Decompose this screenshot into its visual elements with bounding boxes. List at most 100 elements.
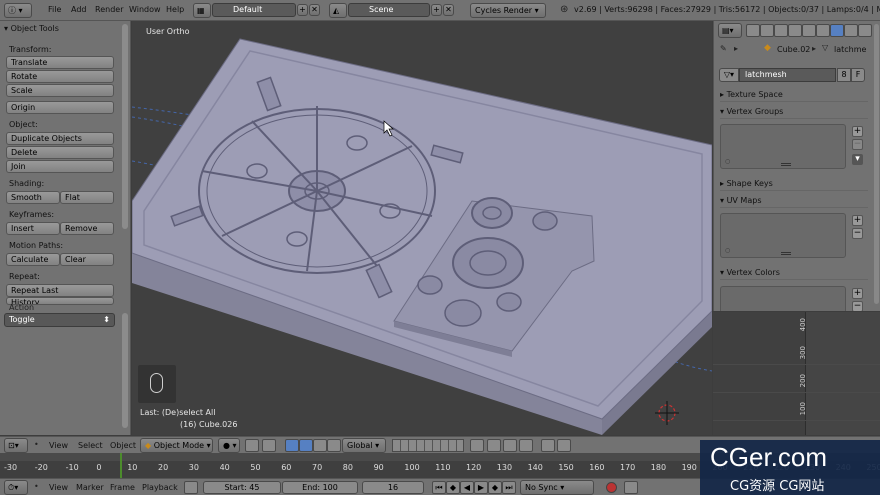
screen-layout-field[interactable]: Default: [212, 3, 296, 17]
close-layout-button[interactable]: ✕: [309, 4, 320, 16]
snap-icon[interactable]: [503, 439, 517, 452]
uv-maps-list[interactable]: ○: [720, 213, 846, 258]
modifiers-tab-icon[interactable]: [816, 24, 830, 37]
lock-layers-icon[interactable]: [470, 439, 484, 452]
add-vertex-group-button[interactable]: +: [852, 126, 863, 137]
current-frame-field[interactable]: 16: [362, 481, 424, 494]
duplicate-objects-button[interactable]: Duplicate Objects: [6, 132, 114, 145]
scale-button[interactable]: Scale: [6, 84, 114, 97]
properties-editor-icon[interactable]: ▤▾: [718, 23, 742, 38]
remove-vertex-color-button[interactable]: −: [852, 301, 863, 311]
list-resize-handle[interactable]: [781, 163, 791, 166]
manipulator-icon[interactable]: [262, 439, 276, 452]
record-icon[interactable]: [606, 482, 617, 493]
properties-scrollbar[interactable]: [874, 24, 879, 304]
smooth-button[interactable]: Smooth: [6, 191, 60, 204]
mesh-browse-icon[interactable]: ▽▾: [719, 68, 739, 82]
transform-orientation-icon[interactable]: [327, 439, 341, 452]
repeat-last-button[interactable]: Repeat Last: [6, 284, 114, 297]
render-animation-icon[interactable]: [557, 439, 571, 452]
editor-type-button[interactable]: ⏱▾: [4, 480, 28, 495]
calculate-button[interactable]: Calculate: [6, 253, 60, 266]
end-frame-field[interactable]: End: 100: [282, 481, 358, 494]
jump-end-icon[interactable]: ⏭: [502, 481, 516, 494]
remove-vertex-group-button[interactable]: −: [852, 139, 863, 150]
operator-panel-scrollbar[interactable]: [122, 313, 128, 428]
tool-shelf-scrollbar[interactable]: [122, 24, 128, 229]
close-scene-button[interactable]: ✕: [443, 4, 454, 16]
user-count-button[interactable]: 8: [837, 68, 851, 82]
origin-button[interactable]: Origin: [6, 101, 114, 114]
menu-frame[interactable]: Frame: [110, 483, 135, 492]
texture-tab-icon[interactable]: [858, 24, 872, 37]
vertex-groups-panel[interactable]: ▾ Vertex Groups: [720, 105, 868, 119]
mesh-data-tab-icon[interactable]: [830, 24, 844, 37]
pin-icon[interactable]: ✎: [720, 44, 727, 53]
uv-maps-panel[interactable]: ▾ UV Maps: [720, 194, 868, 208]
editor-type-button[interactable]: ⊡▾: [4, 438, 28, 453]
current-frame-indicator[interactable]: [120, 453, 122, 478]
next-keyframe-icon[interactable]: ◆: [488, 481, 502, 494]
menu-playback[interactable]: Playback: [142, 483, 178, 492]
insert-keyframe-button[interactable]: Insert: [6, 222, 60, 235]
vertex-group-specials-button[interactable]: ▾: [852, 154, 863, 165]
clear-button[interactable]: Clear: [60, 253, 114, 266]
constraints-tab-icon[interactable]: [802, 24, 816, 37]
object-tools-header[interactable]: ▾ Object Tools: [4, 24, 59, 33]
editor-type-button[interactable]: ⓘ ▾: [4, 3, 32, 18]
menu-marker[interactable]: Marker: [76, 483, 104, 492]
menu-object[interactable]: Object: [110, 441, 136, 450]
render-engine-select[interactable]: Cycles Render ▾: [470, 3, 546, 18]
rotate-manipulator-icon[interactable]: [299, 439, 313, 452]
snap-element-icon[interactable]: [519, 439, 533, 452]
play-icon[interactable]: ▶: [474, 481, 488, 494]
render-tab-icon[interactable]: [746, 24, 760, 37]
scene-tab-icon[interactable]: [760, 24, 774, 37]
menu-render[interactable]: Render: [95, 5, 123, 14]
translate-manipulator-icon[interactable]: [285, 439, 299, 452]
mesh-datablock-field[interactable]: latchmesh: [739, 68, 836, 82]
rotate-button[interactable]: Rotate: [6, 70, 114, 83]
proportional-edit-icon[interactable]: [487, 439, 501, 452]
menu-view[interactable]: View: [49, 441, 68, 450]
viewport-shading-button[interactable]: ● ▾: [218, 438, 240, 453]
shape-keys-panel[interactable]: ▸ Shape Keys: [720, 177, 868, 191]
vertex-groups-list[interactable]: ○: [720, 124, 846, 169]
add-vertex-color-button[interactable]: +: [852, 288, 863, 299]
sync-mode-select[interactable]: No Sync ▾: [520, 480, 594, 495]
render-preview-icon[interactable]: [541, 439, 555, 452]
graph-editor[interactable]: 400 300 200 100: [713, 312, 880, 435]
object-tab-icon[interactable]: [788, 24, 802, 37]
orientation-select[interactable]: Global ▾: [342, 438, 386, 453]
vertex-colors-list[interactable]: [720, 286, 846, 311]
add-scene-button[interactable]: +: [431, 4, 442, 16]
menu-view[interactable]: View: [49, 483, 68, 492]
collapse-menu-icon[interactable]: •: [34, 482, 39, 491]
delete-button[interactable]: Delete: [6, 146, 114, 159]
start-frame-field[interactable]: Start: 45: [203, 481, 281, 494]
layout-icon[interactable]: ▦: [193, 3, 211, 18]
menu-help[interactable]: Help: [166, 5, 184, 14]
scene-field[interactable]: Scene: [348, 3, 430, 17]
scene-icon[interactable]: ◭: [329, 3, 347, 18]
preview-range-icon[interactable]: [184, 481, 198, 494]
play-reverse-icon[interactable]: ◀: [460, 481, 474, 494]
menu-select[interactable]: Select: [78, 441, 103, 450]
join-button[interactable]: Join: [6, 160, 114, 173]
world-tab-icon[interactable]: [774, 24, 788, 37]
3d-viewport[interactable]: User Ortho Last: (De)select All (16) Cub…: [132, 21, 712, 435]
menu-file[interactable]: File: [48, 5, 61, 14]
list-filter-icon[interactable]: ○: [725, 158, 730, 165]
jump-start-icon[interactable]: ⏮: [432, 481, 446, 494]
prev-keyframe-icon[interactable]: ◆: [446, 481, 460, 494]
mode-select[interactable]: ◆ Object Mode ▾: [140, 438, 213, 453]
action-toggle-select[interactable]: Toggle ⬍: [4, 313, 115, 327]
add-layout-button[interactable]: +: [297, 4, 308, 16]
scale-manipulator-icon[interactable]: [313, 439, 327, 452]
collapse-menu-icon[interactable]: •: [34, 440, 39, 449]
vertex-colors-panel[interactable]: ▾ Vertex Colors: [720, 266, 868, 280]
translate-button[interactable]: Translate: [6, 56, 114, 69]
flat-button[interactable]: Flat: [60, 191, 114, 204]
keying-set-icon[interactable]: [624, 481, 638, 494]
texture-space-panel[interactable]: ▸ Texture Space: [720, 88, 868, 102]
